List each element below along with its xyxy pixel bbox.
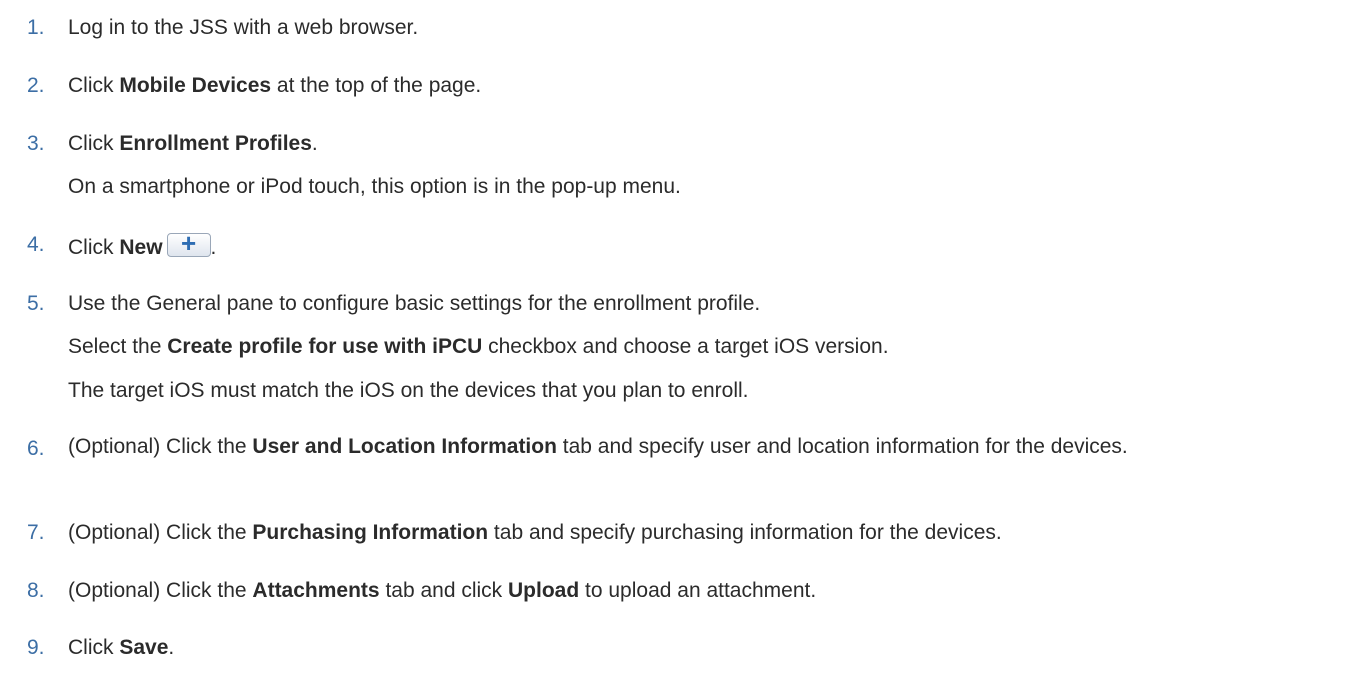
- ui-term: Upload: [508, 579, 580, 602]
- step-text: (Optional) Click the Purchasing Informat…: [68, 521, 1002, 544]
- step-number: 5.: [27, 292, 45, 315]
- ui-term: Save: [119, 636, 169, 659]
- step-text: Click Save.: [68, 636, 175, 659]
- step-number: 9.: [27, 636, 45, 659]
- step-text: Log in to the JSS with a web browser.: [68, 16, 419, 39]
- ui-term: Create profile for use with iPCU: [167, 335, 483, 358]
- step-note: Select the Create profile for use with i…: [68, 335, 889, 358]
- step-number: 6.: [27, 437, 45, 460]
- step-text: Click Mobile Devices at the top of the p…: [68, 74, 482, 97]
- step-number: 8.: [27, 579, 45, 602]
- ui-term: Attachments: [252, 579, 380, 602]
- step-text: Use the General pane to configure basic …: [68, 292, 761, 315]
- step-text: Click New +.: [68, 228, 217, 259]
- step-note: The target iOS must match the iOS on the…: [68, 379, 749, 402]
- ui-term: Purchasing Information: [252, 521, 489, 544]
- ui-term: User and Location Information: [252, 435, 557, 458]
- step-number: 2.: [27, 74, 45, 97]
- ui-term: Mobile Devices: [119, 74, 272, 97]
- step-number: 4.: [27, 233, 45, 256]
- step-text: (Optional) Click the User and Location I…: [68, 435, 1128, 458]
- step-text: Click Enrollment Profiles.: [68, 132, 318, 155]
- plus-icon: +: [180, 228, 197, 258]
- new-button: +: [166, 228, 211, 258]
- ui-term: New: [119, 236, 163, 259]
- step-number: 1.: [27, 16, 45, 39]
- instruction-steps: 1. Log in to the JSS with a web browser.…: [0, 0, 1356, 673]
- ui-term: Enrollment Profiles: [119, 132, 312, 155]
- step-number: 3.: [27, 132, 45, 155]
- step-text: (Optional) Click the Attachments tab and…: [68, 579, 817, 602]
- step-number: 7.: [27, 521, 45, 544]
- step-note: On a smartphone or iPod touch, this opti…: [68, 175, 681, 198]
